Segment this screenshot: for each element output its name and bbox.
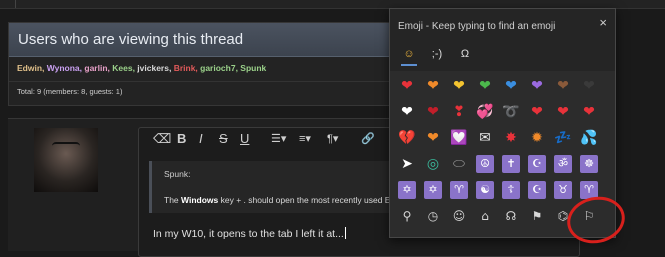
emoji-panel-header (390, 9, 615, 71)
emoji-cell[interactable]: 💤 (554, 129, 572, 147)
emoji-panel-title: Emoji - Keep typing to find an emoji (398, 21, 556, 32)
emoji-cell[interactable]: ✡ (398, 181, 416, 199)
list-dropdown[interactable]: ☰▾ (271, 131, 286, 147)
emoji-cell[interactable]: ✉ (476, 129, 494, 147)
emoji-cell[interactable]: 💦 (580, 129, 598, 147)
emoji-cell[interactable]: ॐ (554, 155, 572, 173)
quote-text: The Windows key + . should open the most… (164, 195, 398, 205)
viewers-names: Edwin, Wynona, garlin, Kees, jvickers, B… (17, 63, 266, 73)
emoji-cell[interactable]: 💟 (450, 129, 468, 147)
emoji-cell[interactable]: ◎ (424, 155, 442, 173)
emoji-cell[interactable]: ☊ (502, 207, 520, 225)
typed-text[interactable]: In my W10, it opens to the tab I left it… (153, 227, 346, 240)
tab-symbols[interactable]: Ω (454, 45, 476, 63)
emoji-cell[interactable]: ☯ (476, 181, 494, 199)
bold-button[interactable]: B (177, 131, 186, 147)
quote-author: Spunk: (164, 169, 191, 179)
emoji-cell[interactable]: ✡ (424, 181, 442, 199)
emoji-cell[interactable]: ❤ (398, 77, 416, 95)
emoji-cell[interactable]: ◷ (424, 207, 442, 225)
emoji-cell[interactable]: ☮ (476, 155, 494, 173)
viewer-name[interactable]: Edwin, (17, 63, 47, 73)
emoji-cell[interactable]: ❤ (424, 103, 442, 121)
quote-text-post: key + . should open the most recently us… (218, 195, 398, 205)
italic-button[interactable]: I (199, 131, 203, 147)
underline-button[interactable]: U (240, 131, 249, 147)
emoji-cell[interactable]: ⚲ (398, 207, 416, 225)
avatar[interactable] (34, 128, 98, 192)
emoji-cell[interactable]: ❤ (580, 77, 598, 95)
close-icon[interactable]: × (599, 15, 607, 30)
emoji-cell[interactable]: 💔 (398, 129, 416, 147)
viewer-name[interactable]: Kees, (112, 63, 137, 73)
link-icon[interactable]: 🔗 (361, 131, 375, 147)
emoji-cell[interactable]: 💞 (476, 103, 494, 121)
emoji-cell[interactable]: ✝ (502, 155, 520, 173)
emoji-cell[interactable]: ❤ (580, 103, 598, 121)
viewer-name[interactable]: garlin, (84, 63, 112, 73)
emoji-cell[interactable]: ❤ (476, 77, 494, 95)
quote-text-pre: The (164, 195, 182, 205)
viewer-name[interactable]: Brink, (174, 63, 200, 73)
viewer-name[interactable]: Wynona, (47, 63, 85, 73)
quote-bold-windows: Windows (181, 195, 219, 205)
emoji-cell[interactable]: ❤ (450, 77, 468, 95)
align-dropdown[interactable]: ≡▾ (299, 131, 311, 147)
tab-kaomoji[interactable]: ;-) (426, 45, 448, 63)
emoji-cell[interactable]: ☺ (450, 207, 468, 225)
emoji-cell[interactable]: ❤ (554, 103, 572, 121)
emoji-cell[interactable]: ✹ (528, 129, 546, 147)
viewer-name[interactable]: jvickers, (137, 63, 173, 73)
paragraph-dropdown[interactable]: ¶▾ (327, 131, 338, 147)
emoji-cell[interactable]: ❣ (450, 103, 468, 121)
strikethrough-button[interactable]: S (219, 131, 228, 147)
typed-text-content: In my W10, it opens to the tab I left it… (153, 228, 344, 240)
viewers-title: Users who are viewing this thread (18, 31, 244, 48)
tab-emoji[interactable]: ☺ (398, 45, 420, 66)
viewer-name[interactable]: garioch7, (200, 63, 240, 73)
viewer-name[interactable]: Spunk (240, 63, 266, 73)
emoji-cell[interactable]: ♉ (554, 181, 572, 199)
emoji-cell[interactable]: ❤ (528, 103, 546, 121)
eraser-icon[interactable]: ⌫ (153, 131, 171, 147)
quote-block: Spunk: The Windows key + . should open t… (149, 161, 412, 213)
emoji-cell[interactable]: ⌂ (476, 207, 494, 225)
emoji-cell[interactable]: ♈ (450, 181, 468, 199)
emoji-cell[interactable]: ❤ (424, 77, 442, 95)
text-caret (344, 227, 346, 239)
emoji-cell[interactable]: ☸ (580, 155, 598, 173)
emoji-cell[interactable]: ☦ (502, 181, 520, 199)
emoji-cell[interactable]: ❤ (554, 77, 572, 95)
emoji-cell[interactable]: ❤ (502, 77, 520, 95)
emoji-cell[interactable]: ✸ (502, 129, 520, 147)
emoji-cell[interactable]: ❤ (424, 129, 442, 147)
top-bar-separator (15, 0, 16, 8)
emoji-cell[interactable]: ☪ (528, 155, 546, 173)
emoji-cell[interactable]: ☪ (528, 181, 546, 199)
viewers-total: Total: 9 (members: 8, guests: 1) (17, 87, 123, 96)
emoji-cell[interactable]: ➤ (398, 155, 416, 173)
emoji-cell[interactable]: ⬭ (450, 155, 468, 173)
emoji-cell[interactable]: ❤ (398, 103, 416, 121)
emoji-cell[interactable]: ⚑ (528, 207, 546, 225)
emoji-cell[interactable]: ➰ (502, 103, 520, 121)
emoji-cell[interactable]: ❤ (528, 77, 546, 95)
